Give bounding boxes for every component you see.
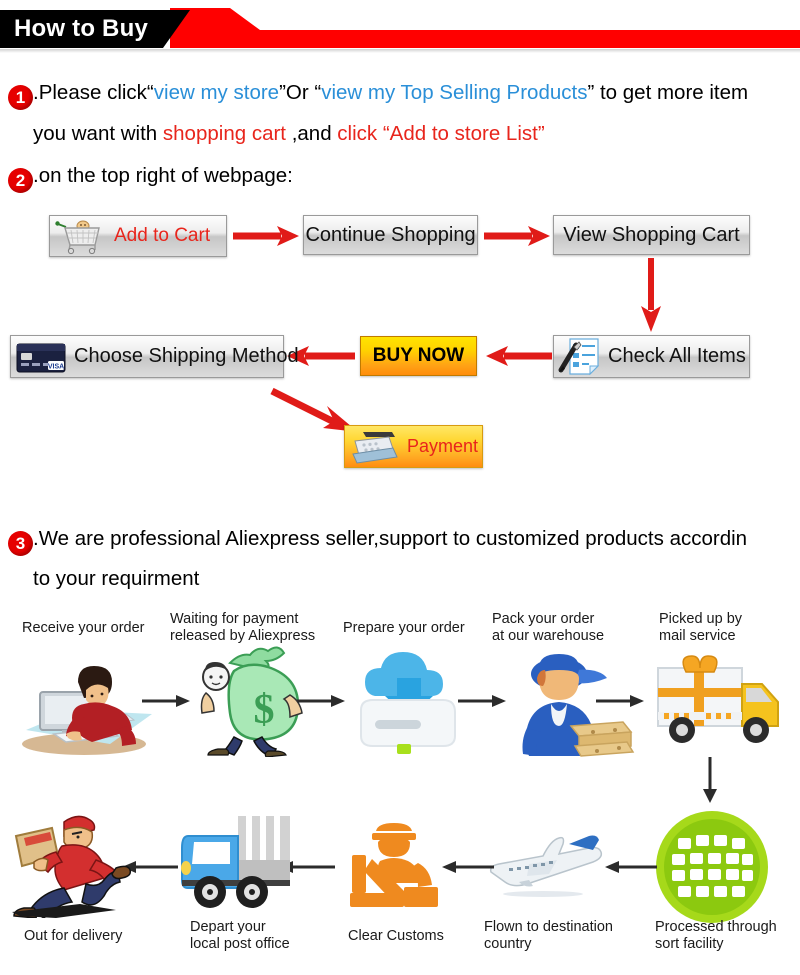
step-1-text-b: ”Or “ (279, 81, 322, 104)
airplane-icon (489, 835, 603, 897)
flow-arrow-2-to-3 (297, 695, 345, 707)
money-bag-man-icon: $ (200, 646, 303, 757)
flow-label-receive-your-order: Receive your order (22, 620, 145, 636)
flow-label-waiting-for-payment: Waiting for payment released by Aliexpre… (170, 611, 316, 644)
link-view-my-top-selling-products[interactable]: view my Top Selling Products (321, 81, 587, 104)
step-1-line2-text-b: ,and (286, 122, 338, 145)
check-all-items-button[interactable]: Check All Items (553, 335, 750, 378)
highlight-shopping-cart: shopping cart (162, 122, 286, 145)
arrow-viewcart-to-checkitems (641, 258, 661, 332)
flow-label-depart-your-local-post-office: Depart your local post office (190, 919, 290, 952)
cash-register-icon (352, 431, 398, 464)
link-view-my-store[interactable]: view my store (154, 81, 279, 104)
delivery-truck-icon (657, 655, 779, 743)
continue-shopping-button[interactable]: Continue Shopping (303, 215, 478, 255)
running-courier-icon (12, 815, 132, 918)
header-shadow (0, 49, 800, 53)
continue-shopping-label: Continue Shopping (305, 223, 476, 246)
page-header-banner: How to Buy (0, 0, 800, 62)
header-red-bar (170, 8, 800, 48)
step-1-line-1: 1 .Please click“view my store”Or “view my… (8, 72, 748, 113)
buy-now-label: BUY NOW (372, 345, 465, 366)
flow-label-pack-your-order: Pack your order at our warehouse (492, 611, 605, 644)
customs-officer-icon (350, 823, 438, 907)
flow-arrow-3-to-4 (458, 695, 506, 707)
flow-arrow-6-to-7 (605, 861, 657, 873)
add-to-cart-label: Add to Cart (114, 225, 211, 246)
svg-text:$: $ (254, 687, 275, 733)
download-cloud-icon (360, 652, 456, 754)
flow-label-clear-customs: Clear Customs (348, 928, 444, 944)
flow-label-picked-up-by-mail-service: Picked up by mail service (659, 611, 743, 644)
step-3-line-2: to your requirment (33, 567, 200, 590)
post-truck-icon (181, 816, 290, 908)
arrow-checkitems-to-buynow (486, 346, 552, 366)
highlight-add-to-store-list: click “Add to store List” (337, 122, 545, 145)
flow-arrow-1-to-2 (142, 695, 190, 707)
flow-arrow-4-to-5 (596, 695, 644, 707)
step-1-text-c: ” to get more item (587, 81, 749, 104)
step-3-number-badge: 3 (8, 531, 33, 556)
check-all-items-label: Check All Items (608, 345, 746, 367)
flow-arrow-5-to-6 (703, 757, 717, 803)
step-1-line2-text-a: you want with (33, 122, 163, 145)
step-2-number-badge: 2 (8, 168, 33, 193)
page-title: How to Buy (14, 15, 148, 42)
credit-card-icon: VISA (16, 343, 66, 372)
flow-label-flown-to-destination-country: Flown to destination country (484, 919, 613, 952)
payment-label: Payment (407, 436, 479, 456)
step-1-number-badge: 1 (8, 85, 33, 110)
view-shopping-cart-button[interactable]: View Shopping Cart (553, 215, 750, 255)
step-2-line-1: 2 .on the top right of webpage: (8, 155, 293, 196)
payment-button[interactable]: Payment (344, 425, 483, 468)
step-3-line-1: 3 .We are professional Aliexpress seller,… (8, 518, 747, 559)
step-1-text-a: .Please click“ (33, 81, 154, 104)
choose-shipping-method-label: Choose Shipping Method (74, 345, 299, 367)
step-1-line-2: you want with shopping cart ,and click “… (33, 113, 545, 154)
globe-grid-icon (656, 811, 768, 923)
step-3-text: .We are professional Aliexpress seller,s… (33, 527, 748, 550)
flow-label-processed-through-sort-facility: Processed through sort facility (655, 919, 777, 952)
step-2-text: .on the top right of webpage: (33, 164, 293, 187)
arrow-continue-to-viewcart (484, 226, 550, 246)
flow-label-prepare-your-order: Prepare your order (343, 620, 465, 636)
view-shopping-cart-label: View Shopping Cart (563, 223, 740, 246)
buy-now-button[interactable]: BUY NOW (360, 336, 477, 376)
flow-label-out-for-delivery: Out for delivery (24, 928, 123, 944)
flow-arrow-7-to-8 (442, 861, 494, 873)
person-at-computer-icon (22, 666, 152, 755)
svg-text:VISA: VISA (48, 363, 64, 370)
choose-shipping-method-button[interactable]: VISA Choose Shipping Method (10, 335, 299, 378)
checklist-icon (558, 338, 600, 376)
shopping-cart-icon (55, 220, 100, 255)
add-to-cart-button[interactable]: Add to Cart (49, 215, 227, 257)
arrow-cart-to-continue (233, 226, 299, 246)
